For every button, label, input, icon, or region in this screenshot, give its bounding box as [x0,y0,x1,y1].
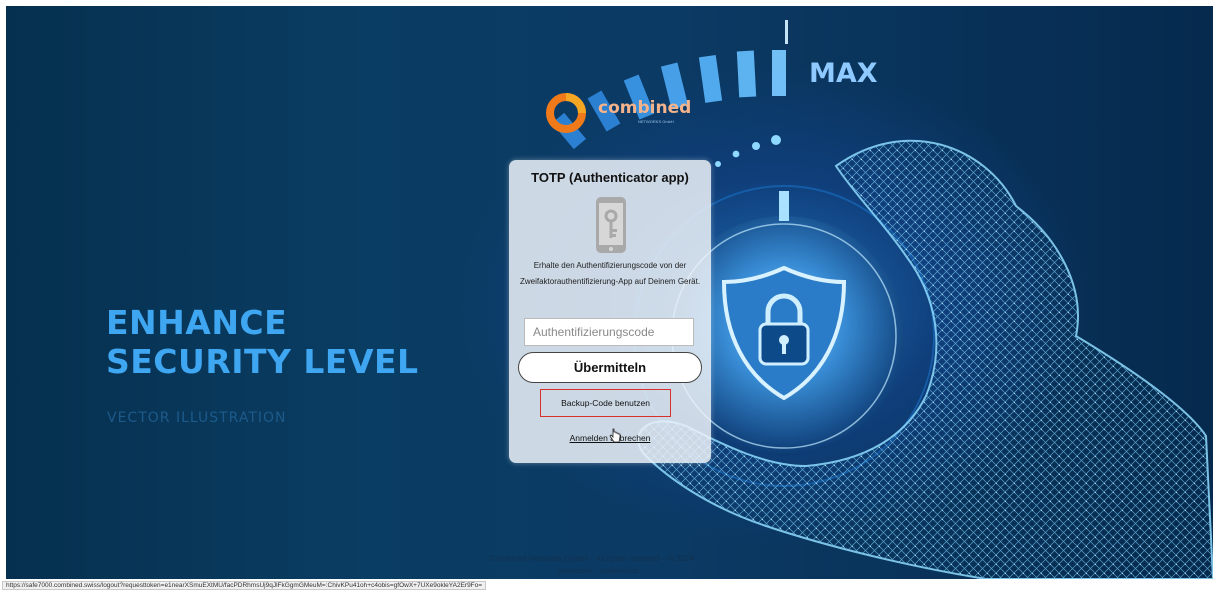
authentication-code-input[interactable] [524,318,694,346]
card-description: Erhalte den Authentifizierungscode von d… [519,261,701,286]
hero-title-line-2: SECURITY LEVEL [106,342,419,381]
combined-logo-icon [546,93,586,133]
card-title: TOTP (Authenticator app) [531,170,689,185]
phone-key-icon [596,197,626,253]
backup-code-link[interactable]: Backup-Code benutzen [540,389,671,417]
footer-links[interactable]: Impressum – Datenschutz [558,568,639,575]
logo-text: combined [598,98,692,118]
submit-button[interactable]: Übermitteln [518,352,702,383]
footer-copyright: Combined Networks GmbH – all rights rese… [490,554,695,563]
dial-max-label: MAX [809,58,878,89]
logo-tagline: NETWORKS GmbH [638,119,674,124]
hero-subtitle: VECTOR ILLUSTRATION [107,410,287,426]
dial-dots [715,135,781,167]
company-logo: combined NETWORKS GmbH [542,90,702,136]
hero-title: ENHANCE SECURITY LEVEL [106,303,419,381]
hero-title-line-1: ENHANCE [106,303,288,342]
hand-cursor-icon [609,428,621,443]
totp-login-card: TOTP (Authenticator app) Erhalte den Aut… [509,160,711,463]
